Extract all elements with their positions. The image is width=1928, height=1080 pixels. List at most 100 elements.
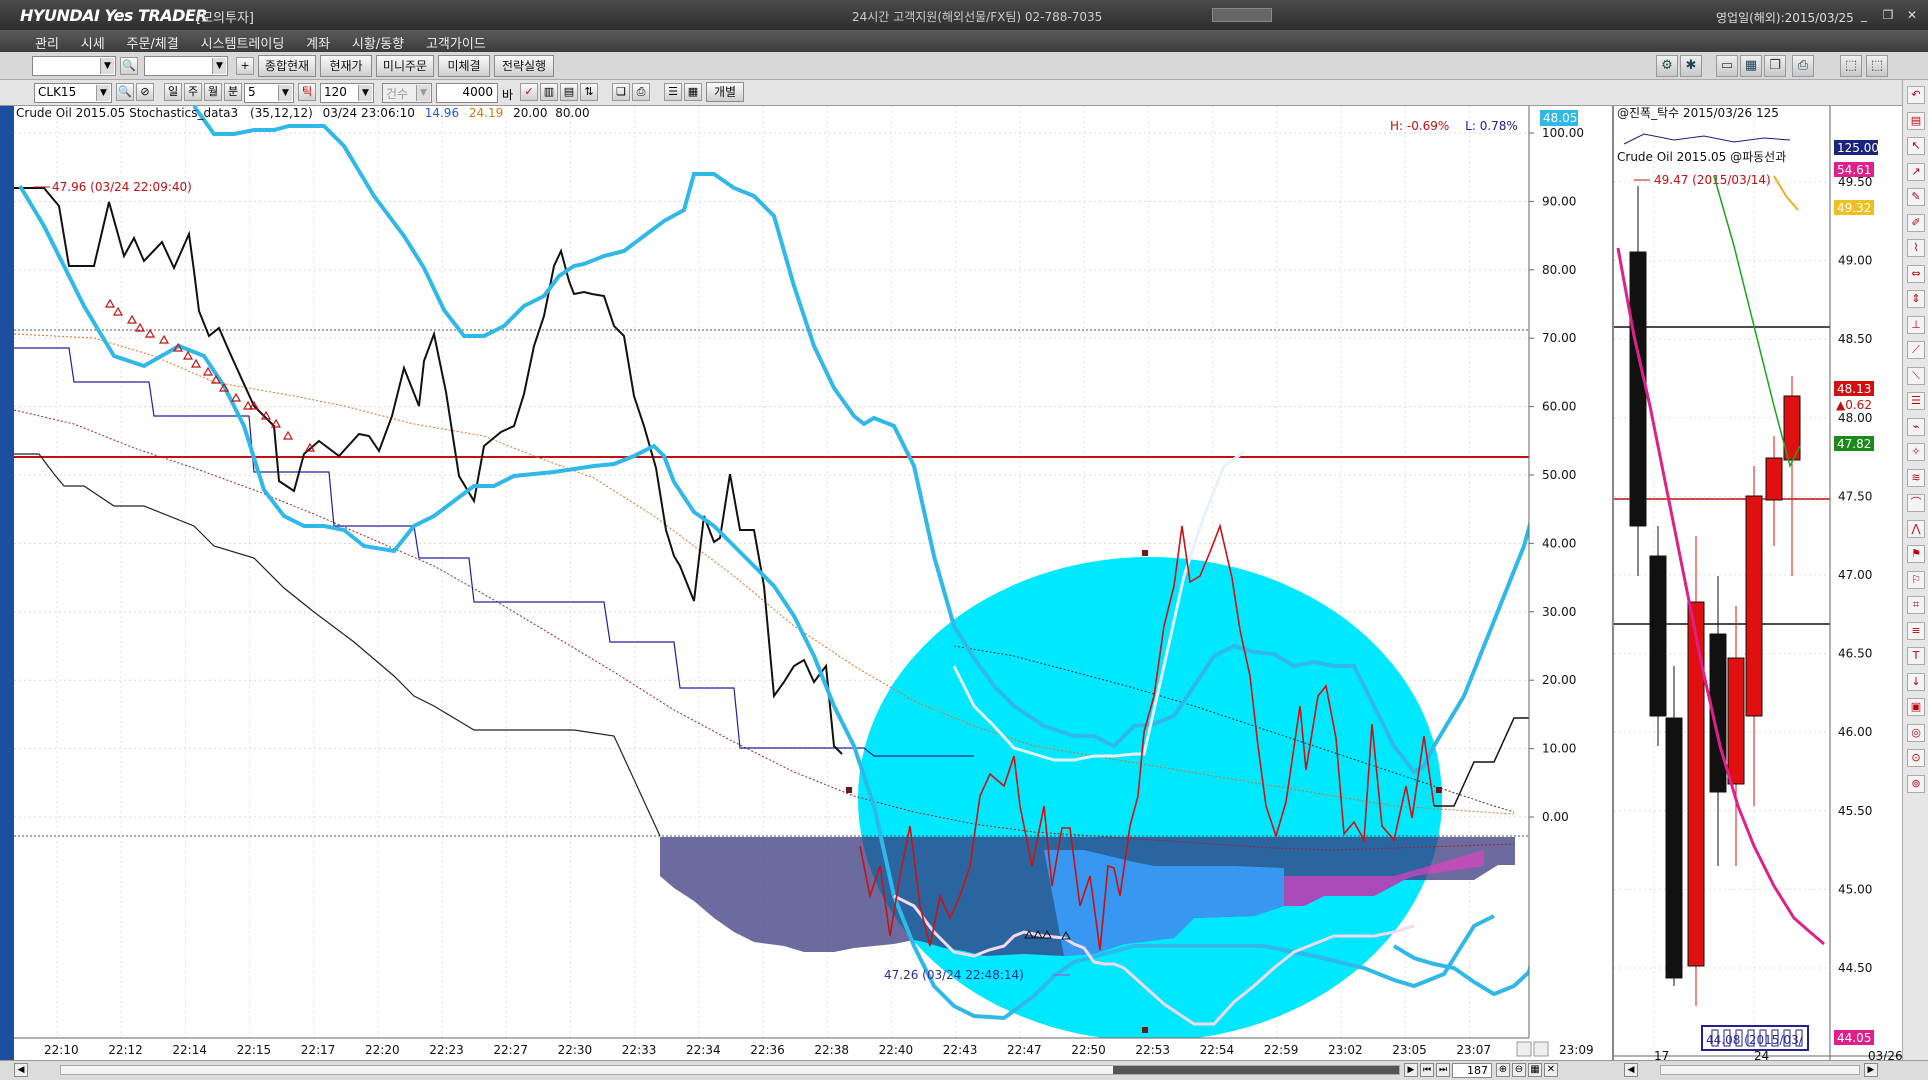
zoom-in-icon[interactable]: ⊕	[1496, 1063, 1510, 1077]
qty-input[interactable]: 4000	[436, 83, 498, 103]
title-search-box[interactable]	[1212, 8, 1272, 22]
drawing-tool-icon[interactable]: ✧	[1907, 443, 1925, 461]
scroll-right-icon[interactable]: ▶	[1404, 1063, 1418, 1077]
interval-combo[interactable]: 5 ▼	[244, 83, 294, 103]
add-button[interactable]: +	[236, 57, 254, 75]
drawing-tool-icon[interactable]: ⊥	[1907, 315, 1925, 334]
drawing-tool-icon[interactable]: ☰	[1907, 392, 1925, 410]
account-combo[interactable]: ▼	[32, 56, 116, 76]
strategy-run-button[interactable]: 전략실행	[494, 55, 554, 77]
bar-chart-icon[interactable]: ▥	[540, 83, 558, 101]
period-minute-button[interactable]: 분	[224, 83, 242, 101]
left-panel-edge	[0, 106, 14, 1070]
window-icon[interactable]: ❐	[1764, 55, 1786, 77]
side-chart[interactable]: @진폭_탁수 2015/03/26 125 Crude Oil 2015.05 …	[1614, 106, 1904, 1060]
chart-value-3: 20.00	[513, 106, 547, 120]
zoom-out-icon[interactable]: ⊖	[1512, 1063, 1526, 1077]
count-combo[interactable]: 120 ▼	[320, 83, 374, 103]
drawing-tool-icon[interactable]: ▤	[1907, 111, 1925, 130]
horizontal-scrollbar[interactable]	[60, 1065, 1400, 1075]
drawing-tool-icon[interactable]: ▣	[1907, 698, 1925, 716]
first-page-icon[interactable]: ⏮	[1420, 1063, 1434, 1077]
item-combo[interactable]: ▼	[144, 56, 228, 76]
settings-icon[interactable]: ✱	[1680, 55, 1702, 77]
side-scrollbar[interactable]	[1660, 1065, 1860, 1075]
search-icon[interactable]: 🔍	[116, 83, 134, 101]
drawing-tool-icon[interactable]: ⟍	[1907, 366, 1925, 385]
expand-icon[interactable]	[1533, 1041, 1549, 1057]
drawing-tool-icon[interactable]: ≋	[1907, 468, 1925, 487]
marker-square	[1436, 787, 1442, 793]
table-icon[interactable]: ▦	[684, 83, 702, 101]
candle-icon[interactable]: ▤	[560, 83, 578, 101]
total-current-button[interactable]: 종합현재	[258, 55, 316, 77]
check-icon[interactable]: ✓	[520, 83, 538, 101]
copy-icon[interactable]: ❏	[612, 83, 630, 101]
scroll-left-icon[interactable]: ◀	[14, 1063, 28, 1077]
mini-order-button[interactable]: 미니주문	[376, 55, 434, 77]
individual-button[interactable]: 개별	[706, 82, 744, 102]
side-scroll-right-icon[interactable]: ▶	[1864, 1063, 1878, 1077]
grid-icon[interactable]: ▦	[1740, 55, 1762, 77]
minimize-button[interactable]: _	[1856, 8, 1872, 22]
drawing-tool-icon[interactable]: ↓	[1907, 672, 1925, 691]
triangle-marker	[230, 392, 242, 402]
drawing-tool-icon[interactable]: ◎	[1907, 723, 1925, 742]
monitor-icon[interactable]: ▭	[1716, 55, 1738, 77]
drawing-tool-icon[interactable]: ⋀	[1907, 519, 1925, 538]
drawing-tool-icon[interactable]: ⌇	[1907, 239, 1925, 257]
period-week-button[interactable]: 주	[184, 83, 202, 101]
drawing-tool-icon[interactable]: ↗	[1907, 162, 1925, 181]
chart-title: Crude Oil 2015.05 Stochastics_data3	[16, 106, 238, 120]
period-day-button[interactable]: 일	[164, 83, 182, 101]
side-y-tick-label: 48.50	[1838, 332, 1872, 346]
last-page-icon[interactable]: ⏭	[1436, 1063, 1450, 1077]
drawing-tool-icon[interactable]: ≡	[1907, 621, 1925, 640]
drawing-tool-icon[interactable]: ⇕	[1907, 290, 1925, 308]
x-tick-label: 22:14	[172, 1043, 207, 1057]
drawing-tool-icon[interactable]: ⊙	[1907, 749, 1925, 767]
screen2-icon[interactable]: ⬚	[1866, 55, 1888, 77]
period-month-button[interactable]: 월	[204, 83, 222, 101]
badge-change: ▲0.62	[1836, 398, 1872, 412]
gear-icon[interactable]: ⚙	[1656, 55, 1678, 77]
close-button[interactable]: ✕	[1904, 8, 1920, 22]
restore-button[interactable]: ❐	[1880, 8, 1896, 22]
close-chart-icon[interactable]: ✕	[1544, 1063, 1558, 1077]
scroll-thumb[interactable]	[1113, 1066, 1399, 1074]
symbol-combo[interactable]: CLK15 ▼	[34, 83, 112, 103]
drawing-tool-icon[interactable]: ⌒	[1907, 494, 1925, 512]
drawing-tool-icon[interactable]: ⟋	[1907, 341, 1925, 359]
zoom-icon[interactable]	[1516, 1041, 1532, 1057]
drawing-tool-icon[interactable]: T	[1907, 647, 1925, 665]
sort-icon[interactable]: ⇅	[580, 83, 598, 101]
unfilled-button[interactable]: 미체결	[438, 55, 490, 77]
chart-params: (35,12,12)	[250, 106, 313, 120]
current-price-button[interactable]: 현재가	[320, 55, 372, 77]
drawing-tool-icon[interactable]: ⇔	[1907, 264, 1925, 283]
drawing-tool-icon[interactable]: ⊚	[1907, 774, 1925, 793]
side-min-label: 44.08 (2015/03/	[1706, 1033, 1804, 1047]
drawing-tool-icon[interactable]: ✎	[1907, 188, 1925, 206]
print-icon[interactable]: ⎙	[632, 83, 650, 101]
drawing-tool-icon[interactable]: ⚐	[1907, 570, 1925, 589]
main-chart[interactable]: 47.96 (03/24 22:09:40) 47.26 (03/24 22:4…	[14, 106, 1612, 1060]
volume-combo[interactable]: 건수 ▼	[382, 83, 432, 103]
print-icon[interactable]: ⎙	[1792, 55, 1814, 77]
drawing-tool-icon[interactable]: ✐	[1907, 213, 1925, 232]
drawing-tool-icon[interactable]: ⚑	[1907, 545, 1925, 563]
reset-icon[interactable]: ⊘	[136, 83, 154, 101]
bar-count-field[interactable]: 187	[1452, 1063, 1492, 1078]
x-tick-label: 22:59	[1264, 1043, 1299, 1057]
drawing-tool-icon[interactable]: ↶	[1907, 86, 1925, 104]
drawing-tool-icon[interactable]: ⌗	[1907, 596, 1925, 614]
grid-toggle-icon[interactable]: ▦	[1528, 1063, 1542, 1077]
list-icon[interactable]: ☰	[664, 83, 682, 101]
symbol-value: CLK15	[38, 85, 77, 99]
search-icon[interactable]: 🔍	[120, 57, 138, 75]
drawing-tool-icon[interactable]: ↖	[1907, 137, 1925, 155]
tick-button[interactable]: 틱	[298, 83, 316, 101]
drawing-tool-icon[interactable]: ⌁	[1907, 417, 1925, 436]
screen1-icon[interactable]: ⬚	[1840, 55, 1862, 77]
side-scroll-left-icon[interactable]: ◀	[1624, 1063, 1638, 1077]
